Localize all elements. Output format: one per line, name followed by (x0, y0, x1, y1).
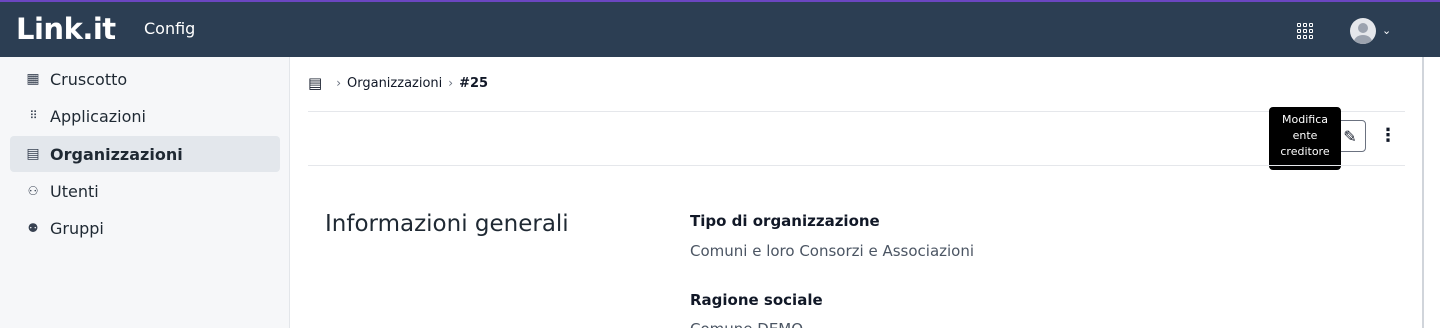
groups-icon: ⚉ (27, 221, 39, 235)
pencil-icon: ✎ (1343, 126, 1357, 146)
sidebar-item-label: Utenti (50, 181, 99, 201)
users-icon: ⚇ (27, 184, 39, 198)
sidebar: ▦ Cruscotto ⠿ Applicazioni ▤ Organizzazi… (0, 57, 290, 328)
field-label-ragione-sociale: Ragione sociale (690, 291, 823, 309)
tooltip-line: ente (1292, 129, 1318, 142)
app-name: Config (144, 19, 196, 38)
organization-icon: ▤ (26, 146, 40, 162)
breadcrumb-separator: › (448, 76, 454, 90)
sidebar-item-applicazioni[interactable]: ⠿ Applicazioni (10, 98, 280, 134)
chevron-down-icon: ⌄ (1382, 24, 1392, 37)
sidebar-item-label: Applicazioni (50, 106, 146, 126)
tooltip-line: Modifica (1282, 113, 1328, 126)
breadcrumb: ▤ › Organizzazioni › #25 (308, 73, 488, 93)
user-avatar-icon (1350, 18, 1376, 44)
logo[interactable]: Link.it (16, 11, 116, 47)
field-label-tipo-organizzazione: Tipo di organizzazione (690, 212, 880, 230)
organization-icon[interactable]: ▤ (308, 74, 322, 92)
sidebar-item-label: Cruscotto (50, 69, 128, 89)
breadcrumb-item-current: #25 (459, 75, 489, 91)
dashboard-icon: ▦ (26, 71, 40, 87)
divider (308, 111, 1405, 112)
field-value-ragione-sociale: Comune DEMO (690, 319, 803, 328)
apps-grid-icon: ⠿ (29, 109, 37, 122)
sidebar-item-label: Organizzazioni (50, 144, 183, 164)
tooltip-line: creditore (1280, 145, 1330, 158)
sidebar-item-organizzazioni[interactable]: ▤ Organizzazioni (10, 136, 280, 172)
breadcrumb-separator: › (336, 76, 341, 90)
edit-tooltip: Modifica ente creditore (1269, 107, 1341, 170)
apps-grid-icon[interactable] (1297, 23, 1313, 39)
section-title: Informazioni generali (325, 211, 569, 237)
user-menu-button[interactable]: ⌄ (1350, 18, 1391, 44)
scroll-edge (1422, 57, 1424, 328)
main-content: ▤ › Organizzazioni › #25 ✎ ⋮ Modifica en… (290, 57, 1422, 328)
field-value-tipo-organizzazione: Comuni e loro Consorzi e Associazioni (690, 242, 975, 260)
top-navbar: Link.it Config ⌄ (0, 0, 1440, 57)
more-vertical-icon[interactable]: ⋮ (1378, 125, 1398, 147)
sidebar-item-utenti[interactable]: ⚇ Utenti (10, 173, 280, 209)
sidebar-item-cruscotto[interactable]: ▦ Cruscotto (10, 61, 280, 97)
breadcrumb-item-organizzazioni[interactable]: Organizzazioni (347, 76, 442, 91)
sidebar-item-gruppi[interactable]: ⚉ Gruppi (10, 210, 280, 246)
sidebar-item-label: Gruppi (50, 218, 104, 238)
divider (308, 165, 1405, 166)
